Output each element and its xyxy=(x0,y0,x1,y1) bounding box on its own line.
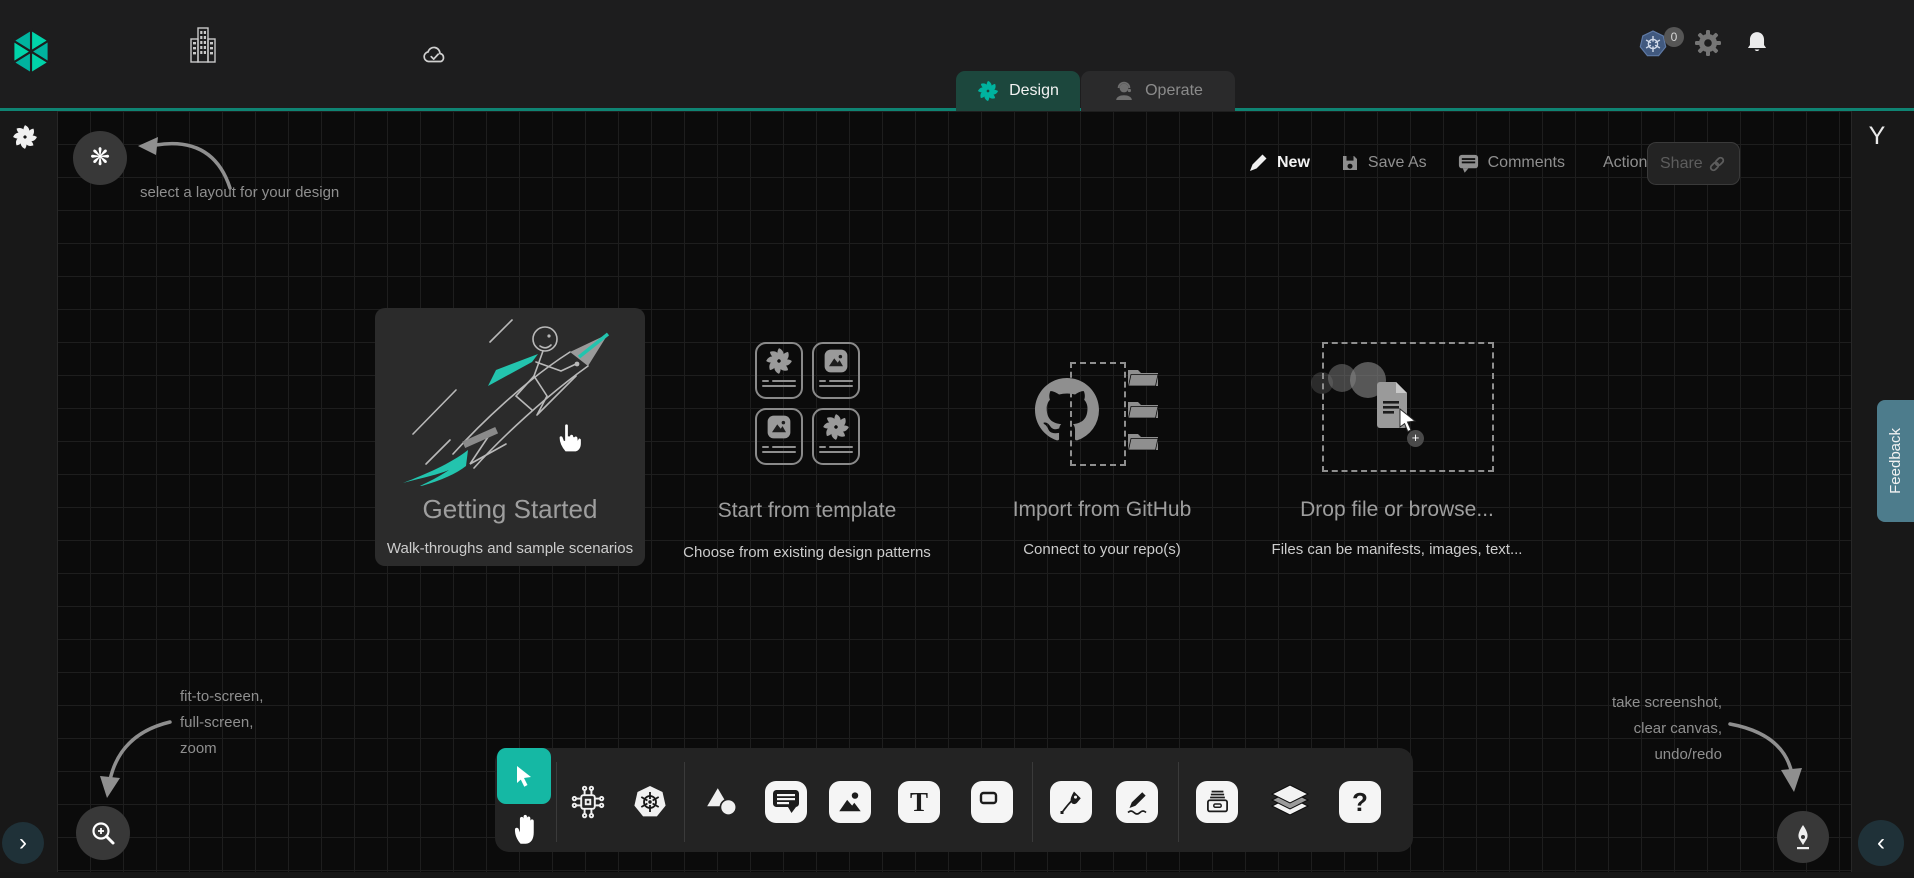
share-button[interactable]: Share xyxy=(1647,142,1740,185)
new-pencil-icon[interactable] xyxy=(1247,152,1269,174)
tab-operate-label: Operate xyxy=(1145,82,1203,100)
shapes-icon xyxy=(704,784,740,820)
pen-tool-button[interactable] xyxy=(1050,781,1092,823)
dropzone-dashed-frame[interactable] xyxy=(1322,342,1494,472)
kanvas-app: KANVAS / Name 0 xyxy=(0,0,1914,878)
pointer-hand-cursor-icon xyxy=(554,418,584,456)
layout-select-button[interactable]: ❋ xyxy=(73,131,127,185)
rocket-rider-illustration xyxy=(398,316,623,486)
start-from-template-title[interactable]: Start from template xyxy=(672,499,942,523)
comments-button[interactable]: Comments xyxy=(1488,154,1565,172)
start-from-template-subtitle: Choose from existing design patterns xyxy=(662,544,952,561)
layers-tool-button[interactable] xyxy=(1269,781,1311,823)
import-from-github-title[interactable]: Import from GitHub xyxy=(967,498,1237,522)
window-bottom-edge xyxy=(0,872,1914,878)
save-as-button[interactable]: Save As xyxy=(1368,154,1427,172)
help-tool-button[interactable]: ? xyxy=(1339,781,1381,823)
import-from-github-subtitle: Connect to your repo(s) xyxy=(957,541,1247,558)
left-rail-spiral-icon[interactable] xyxy=(12,124,38,150)
tab-operate[interactable]: Operate xyxy=(1081,71,1235,111)
select-cursor-icon xyxy=(513,764,535,788)
collapse-right-panel-button[interactable]: ‹ xyxy=(1858,820,1904,866)
chevron-right-icon: › xyxy=(19,831,27,855)
layout-flower-icon: ❋ xyxy=(90,146,110,170)
text-tool-icon: T xyxy=(910,787,928,818)
zoom-controls-button[interactable] xyxy=(76,806,130,860)
kubernetes-wheel-icon xyxy=(632,784,668,820)
toolbar-divider xyxy=(1178,762,1179,842)
template-tile-design-icon xyxy=(755,342,803,399)
comment-tool-button[interactable] xyxy=(765,781,807,823)
comment-icon xyxy=(771,787,801,817)
drawer-tool-button[interactable] xyxy=(1196,781,1238,823)
text-tool-button[interactable]: T xyxy=(898,781,940,823)
shapes-tool-button[interactable] xyxy=(701,781,743,823)
toolbar-divider xyxy=(1032,762,1033,842)
share-link-icon xyxy=(1707,154,1727,174)
tab-design-label: Design xyxy=(1009,82,1059,100)
left-rail xyxy=(0,111,58,872)
template-tile-image-icon xyxy=(812,342,860,399)
canvas-tools-button[interactable] xyxy=(1777,811,1829,863)
canvas-actions-toolbar: New Save As Comments Actions xyxy=(1247,150,1676,176)
repo-folders-icon xyxy=(1126,366,1160,462)
drop-plus-badge-icon: + xyxy=(1407,430,1424,447)
toolbar-divider xyxy=(684,762,685,842)
chevron-left-icon: ‹ xyxy=(1877,831,1885,855)
drop-file-subtitle: Files can be manifests, images, text... xyxy=(1252,541,1542,558)
feedback-tab[interactable]: Feedback xyxy=(1877,400,1914,522)
toolbar-divider xyxy=(556,762,557,842)
operate-tab-headset-icon xyxy=(1113,80,1135,102)
comments-icon[interactable] xyxy=(1457,152,1480,175)
pen-nib-icon xyxy=(1789,823,1817,851)
bottom-right-arrow xyxy=(1722,712,1817,807)
drawer-icon xyxy=(1202,787,1233,818)
pen-icon xyxy=(1056,787,1086,817)
image-icon xyxy=(835,787,865,817)
components-chip-icon xyxy=(571,785,605,819)
new-button[interactable]: New xyxy=(1277,154,1310,172)
components-tool-button[interactable] xyxy=(567,781,609,823)
note-tool-button[interactable] xyxy=(971,781,1013,823)
select-tool-button[interactable] xyxy=(497,748,551,804)
drop-file-title[interactable]: Drop file or browse... xyxy=(1262,498,1532,522)
organization-icon[interactable] xyxy=(188,26,218,64)
template-tile-image-icon xyxy=(755,408,803,465)
kubernetes-tool-button[interactable] xyxy=(629,781,671,823)
cloud-save-status-icon xyxy=(421,44,449,66)
expand-left-panel-button[interactable]: › xyxy=(2,822,44,864)
pan-hand-icon xyxy=(508,812,540,846)
share-label: Share xyxy=(1660,155,1703,173)
template-tiles[interactable] xyxy=(755,342,860,465)
getting-started-title[interactable]: Getting Started xyxy=(375,494,645,525)
template-tile-design-icon xyxy=(812,408,860,465)
bottom-left-arrow xyxy=(62,708,177,808)
bottom-right-annotation: take screenshot, clear canvas, undo/redo xyxy=(1562,690,1722,768)
github-octocat-icon[interactable] xyxy=(1034,378,1100,442)
layers-icon xyxy=(1270,783,1310,821)
getting-started-subtitle: Walk-throughs and sample scenarios xyxy=(365,540,655,557)
tab-design[interactable]: Design xyxy=(956,71,1080,111)
help-icon: ? xyxy=(1352,787,1368,818)
note-icon xyxy=(977,787,1007,817)
settings-gear-icon[interactable] xyxy=(1694,29,1722,57)
layout-hint-text: select a layout for your design xyxy=(140,184,339,201)
feedback-label: Feedback xyxy=(1887,428,1904,494)
pencil-tool-button[interactable] xyxy=(1116,781,1158,823)
zoom-magnifier-icon xyxy=(89,819,117,847)
design-tab-spiral-icon xyxy=(977,80,999,102)
notifications-bell-icon[interactable] xyxy=(1744,28,1770,58)
kanvas-logo-icon[interactable] xyxy=(10,28,52,76)
save-as-icon[interactable] xyxy=(1340,153,1360,173)
pencil-icon xyxy=(1122,787,1152,817)
image-tool-button[interactable] xyxy=(829,781,871,823)
bottom-left-annotation: fit-to-screen, full-screen, zoom xyxy=(180,684,263,762)
context-count-badge: 0 xyxy=(1664,27,1684,47)
right-rail-y-icon[interactable]: Y xyxy=(1862,122,1892,151)
pan-tool-button[interactable] xyxy=(503,808,545,850)
